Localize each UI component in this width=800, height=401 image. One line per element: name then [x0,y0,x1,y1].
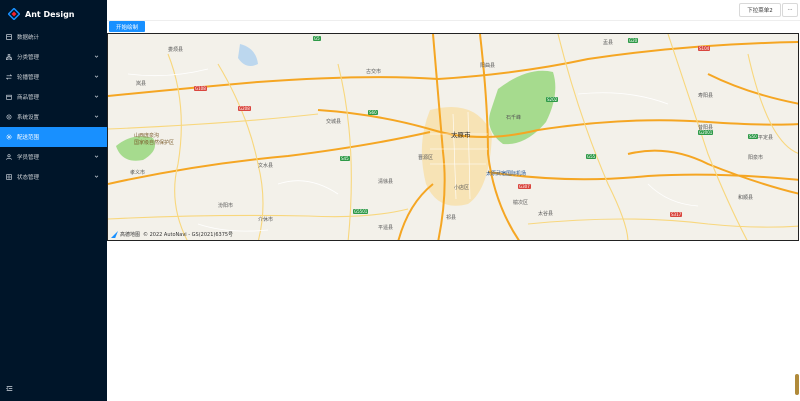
sidebar-item-students[interactable]: 学员管理 [0,147,107,167]
map-place-label: 古交市 [366,69,382,75]
sidebar-item-label: 数据统计 [17,35,40,41]
map-place-label: 交城县 [326,119,342,125]
setting-icon [6,114,12,120]
road-badge: S45 [340,156,350,161]
map-place-label: 平遥县 [378,225,394,231]
road-badge: S317 [670,212,683,217]
chevron-down-icon [94,155,99,158]
amap-logo-text: 高德地图 [120,232,141,238]
start-drawing-button[interactable]: 开始绘制 [109,21,145,32]
sidebar-item-status[interactable]: 状态管理 [0,167,107,187]
amap-logo-icon [111,231,118,238]
chevron-down-icon [94,115,99,118]
map-place-label: 榆次区 [513,200,529,206]
road-badge: S202 [546,97,559,102]
map-place-label: 娄烦县 [168,47,184,53]
map-poi-label: 山西庞泉沟 [134,133,160,139]
road-badge: S60 [368,110,378,115]
ant-logo-icon [8,8,20,20]
app-logo[interactable]: Ant Design [8,6,75,22]
road-badge: S104 [698,46,711,51]
road-badge: G20 [628,38,639,43]
map-view[interactable]: 太原市 娄烦县 岚县 古交市 交城县 文水县 清徐县 晋源区 小店区 榆次区 阳… [107,33,799,241]
map-place-label: 介休市 [258,217,274,223]
chevron-down-icon [94,95,99,98]
map-place-label: 岚县 [136,81,147,87]
dropdown-menu-button[interactable]: 下拉菜单2 [739,3,781,17]
map-place-label: 晋源区 [418,155,434,161]
road-badge: G5 [313,36,321,41]
map-place-label: 汾阳市 [218,203,234,209]
sidebar-item-category[interactable]: 分类管理 [0,47,107,67]
map-place-label: 寿阳县 [698,93,714,99]
app-title: Ant Design [25,9,75,19]
sidebar-item-label: 系统设置 [17,115,40,121]
sidebar-item-system-settings[interactable]: 系统设置 [0,107,107,127]
map-place-label: 盂县 [603,40,614,46]
map-place-label: 阳曲县 [480,63,496,69]
user-icon [6,154,12,160]
map-place-label: 阳泉市 [748,155,764,161]
sidebar-item-carousel[interactable]: 轮播管理 [0,67,107,87]
sidebar-item-label: 分类管理 [17,55,40,61]
sidebar-item-label: 轮播管理 [17,75,40,81]
sidebar: Ant Design 数据统计 分类管理 轮播管理 商品管理 系统设置 配送范围… [0,0,107,401]
top-header: 下拉菜单2 ··· [107,0,800,21]
map-place-label: 太谷县 [538,211,554,217]
road-badge: G208 [238,106,251,111]
more-icon[interactable]: ··· [782,3,798,17]
menu-fold-icon[interactable] [6,385,13,392]
sidebar-item-data-stats[interactable]: 数据统计 [0,27,107,47]
map-poi-label: 国家级自然保护区 [134,140,175,146]
sidebar-item-label: 状态管理 [17,175,40,181]
airport-label: 太原武宿国际机场 [486,171,527,177]
road-badge: G307 [518,184,531,189]
sidebar-menu: 数据统计 分类管理 轮播管理 商品管理 系统设置 配送范围 学员管理 状态管理 [0,27,107,187]
sidebar-item-label: 配送范围 [17,135,40,141]
swap-icon [6,74,12,80]
road-badge: G5501 [353,209,369,214]
map-place-label: 祁县 [446,215,457,221]
dashboard-icon [6,34,12,40]
road-badge: G108 [194,86,207,91]
map-place-label: 孝义市 [130,170,146,176]
apartment-icon [6,54,12,60]
sidebar-item-label: 学员管理 [17,155,40,161]
goods-icon [6,94,12,100]
chevron-down-icon [94,175,99,178]
map-place-label: 和顺县 [738,195,754,201]
map-place-label: 清徐县 [378,179,394,185]
road-badge: G55 [586,154,597,159]
map-city-label: 太原市 [451,131,471,139]
chevron-down-icon [94,75,99,78]
road-badge: G2001 [698,130,714,135]
sidebar-item-goods[interactable]: 商品管理 [0,87,107,107]
table-icon [6,174,12,180]
chevron-down-icon [94,55,99,58]
map-place-label: 平定县 [758,135,774,141]
sidebar-item-delivery-range[interactable]: 配送范围 [0,127,107,147]
gear-icon [6,134,12,140]
map-place-label: 文水县 [258,163,274,169]
map-place-label: 石千峰 [506,115,522,121]
map-attribution: 高德地图 © 2022 AutoNavi - GS(2021)6375号 [111,231,233,238]
map-place-label: 小店区 [454,185,470,191]
road-badge: S50 [748,134,758,139]
attribution-text: © 2022 AutoNavi - GS(2021)6375号 [143,232,234,238]
sidebar-item-label: 商品管理 [17,95,40,101]
scrollbar-thumb[interactable] [795,374,799,395]
